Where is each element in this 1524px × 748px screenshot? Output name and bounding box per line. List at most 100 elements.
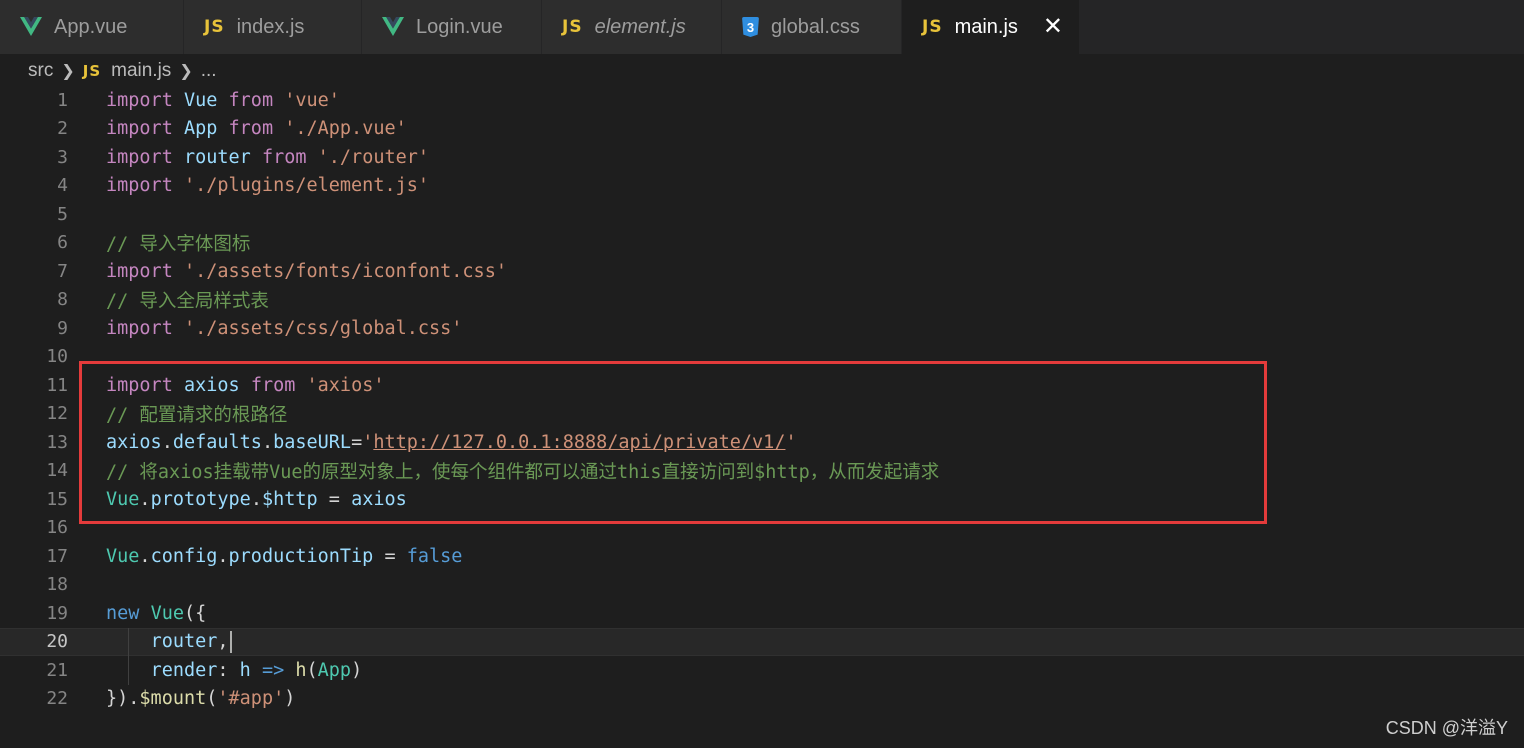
tab-label: index.js xyxy=(236,15,305,38)
tab-main-js[interactable]: JS main.js ✕ xyxy=(902,0,1080,54)
code-line[interactable]: 1 import Vue from 'vue' xyxy=(0,86,1524,115)
code-line[interactable]: 7 import './assets/fonts/iconfont.css' xyxy=(0,257,1524,286)
code-line[interactable]: 17 Vue.config.productionTip = false xyxy=(0,542,1524,571)
tab-element-js[interactable]: JS element.js xyxy=(542,0,722,54)
line-number: 3 xyxy=(57,146,68,168)
code-token: './assets/css/global.css' xyxy=(183,317,463,339)
vue-icon xyxy=(20,17,42,37)
code-token: './plugins/element.js' xyxy=(183,175,430,197)
code-line[interactable]: 2 import App from './App.vue' xyxy=(0,115,1524,144)
breadcrumb-file[interactable]: main.js xyxy=(111,60,171,82)
code-token: import xyxy=(106,118,173,140)
code-line[interactable]: 18 xyxy=(0,571,1524,600)
code-token: . xyxy=(217,545,229,567)
chevron-right-icon: ❯ xyxy=(61,63,75,80)
code-text: render: h => h(App) xyxy=(106,659,363,681)
code-text: import App from './App.vue' xyxy=(106,118,407,139)
code-text: import Vue from 'vue' xyxy=(106,90,340,111)
breadcrumb-folder[interactable]: src xyxy=(28,60,53,82)
line-number: 1 xyxy=(57,89,68,111)
line-number: 9 xyxy=(57,317,68,339)
tab-label: App.vue xyxy=(54,15,128,38)
code-text: // 导入字体图标 xyxy=(106,230,250,256)
code-text: router, xyxy=(106,630,232,653)
code-token: ({ xyxy=(183,602,207,624)
breadcrumb: src ❯ JS main.js ❯ ... xyxy=(28,58,217,84)
line-number: 16 xyxy=(46,517,68,539)
tab-label: element.js xyxy=(594,15,686,38)
line-number: 17 xyxy=(46,545,68,567)
js-file-icon: JS xyxy=(82,62,102,80)
line-number: 22 xyxy=(46,688,68,710)
code-token: h xyxy=(239,659,251,681)
line-number: 10 xyxy=(46,346,68,368)
code-text: Vue.config.productionTip = false xyxy=(106,546,462,567)
line-number: 5 xyxy=(57,203,68,225)
code-line[interactable]: 9 import './assets/css/global.css' xyxy=(0,314,1524,343)
code-token: ) xyxy=(284,688,296,710)
line-number: 2 xyxy=(57,118,68,140)
code-token: . xyxy=(139,545,151,567)
code-token: => xyxy=(261,659,285,681)
code-token: import xyxy=(106,175,173,197)
code-line[interactable]: 8 // 导入全局样式表 xyxy=(0,286,1524,315)
tab-bar: App.vue JS index.js Login.vue JS element.js 3 g… xyxy=(0,0,1524,54)
code-text: import router from './router' xyxy=(106,147,429,168)
code-token: ( xyxy=(206,688,218,710)
code-token: , xyxy=(217,630,229,652)
chevron-right-icon: ❯ xyxy=(179,63,193,80)
code-line[interactable]: 20 router, xyxy=(0,627,1524,656)
code-token: './App.vue' xyxy=(284,118,407,140)
code-token: new xyxy=(106,602,140,624)
breadcrumb-symbols[interactable]: ... xyxy=(201,60,217,82)
line-number: 21 xyxy=(46,659,68,681)
tab-app-vue[interactable]: App.vue xyxy=(0,0,184,54)
code-token: // 导入字体图标 xyxy=(106,233,251,255)
line-number: 15 xyxy=(46,488,68,510)
tab-label: Login.vue xyxy=(416,15,503,38)
close-icon[interactable]: ✕ xyxy=(1043,15,1063,39)
line-number: 4 xyxy=(57,175,68,197)
code-token: false xyxy=(406,545,463,567)
code-token: = xyxy=(373,545,407,567)
code-line[interactable]: 21 render: h => h(App) xyxy=(0,656,1524,685)
code-text: import './assets/css/global.css' xyxy=(106,318,462,339)
code-line[interactable]: 4 import './plugins/element.js' xyxy=(0,172,1524,201)
line-number: 19 xyxy=(46,602,68,624)
code-token: import xyxy=(106,146,173,168)
tab-login-vue[interactable]: Login.vue xyxy=(362,0,542,54)
js-icon: JS xyxy=(204,17,225,37)
code-line[interactable]: 19 new Vue({ xyxy=(0,599,1524,628)
code-token: : xyxy=(217,659,240,681)
js-icon: JS xyxy=(562,17,583,37)
indent-guide xyxy=(128,627,129,685)
code-token: // 导入全局样式表 xyxy=(106,290,269,312)
css-icon: 3 xyxy=(742,17,759,37)
code-token: import xyxy=(106,89,173,111)
code-token: from xyxy=(261,146,307,168)
code-line[interactable]: 5 xyxy=(0,200,1524,229)
watermark: CSDN @洋溢Y xyxy=(1385,718,1508,738)
code-line[interactable]: 6 // 导入字体图标 xyxy=(0,229,1524,258)
code-token: }). xyxy=(106,688,140,710)
code-text: new Vue({ xyxy=(106,603,206,624)
code-line[interactable]: 22}).$mount('#app') xyxy=(0,685,1524,714)
code-token: App xyxy=(183,118,218,140)
text-cursor xyxy=(229,630,232,653)
tab-index-js[interactable]: JS index.js xyxy=(184,0,362,54)
code-line[interactable]: 3 import router from './router' xyxy=(0,143,1524,172)
code-token: import xyxy=(106,317,173,339)
tab-global-css[interactable]: 3 global.css xyxy=(722,0,902,54)
code-text: // 导入全局样式表 xyxy=(106,287,269,313)
code-text: import './plugins/element.js' xyxy=(106,175,429,196)
